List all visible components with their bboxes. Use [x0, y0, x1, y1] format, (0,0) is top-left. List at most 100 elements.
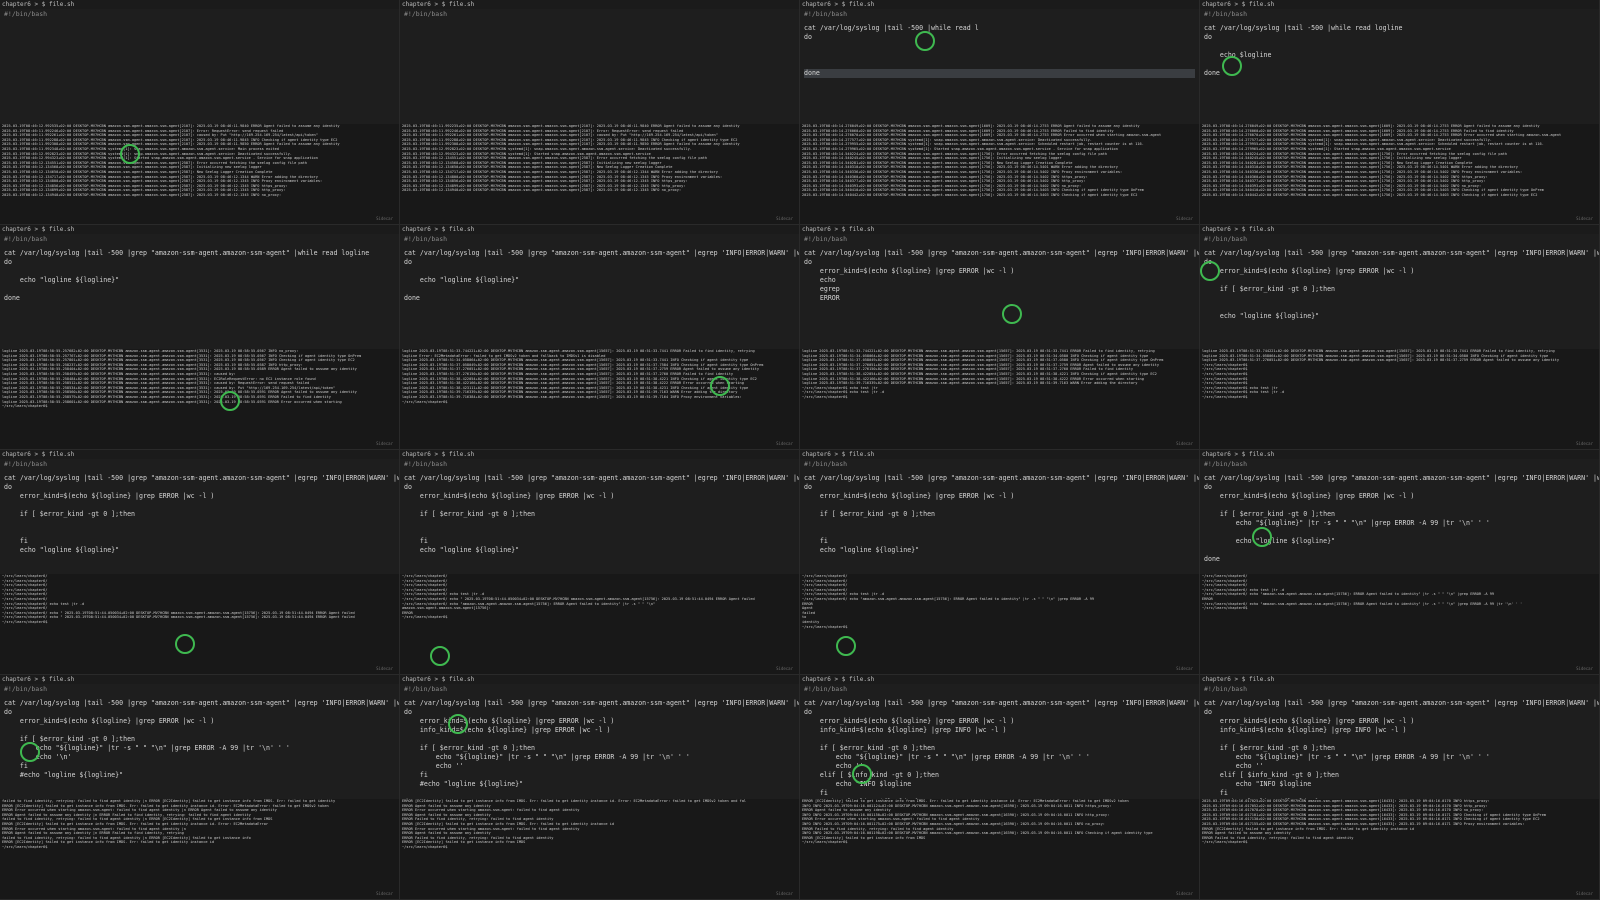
- terminal-output[interactable]: logline 2025-03-19T08:51:33.744221+02:00…: [1200, 349, 1599, 449]
- terminal-line: ~/src/learn/chapter6$: [2, 404, 48, 409]
- breadcrumb[interactable]: chapter6 > $ file.sh: [400, 225, 799, 234]
- code-line: echo "${logline}" |tr -s " " "\n" |grep …: [1204, 753, 1490, 761]
- code-editor[interactable]: cat /var/log/syslog |tail -500 |grep "am…: [4, 699, 399, 780]
- code-line: egrep: [804, 285, 840, 293]
- terminal-output[interactable]: ERROR [EC2Identity] failed to get instan…: [800, 799, 1199, 899]
- code-editor[interactable]: cat /var/log/syslog |tail -500 |grep "am…: [804, 474, 1200, 555]
- terminal-line: ~/src/learn/chapter6$: [802, 394, 848, 399]
- terminal-output[interactable]: 2025-03-19T08:46:14.276049+02:00 DESKTOP…: [1200, 124, 1599, 224]
- terminal-output[interactable]: ~/src/learn/chapter6/~/src/learn/chapter…: [800, 574, 1199, 674]
- breadcrumb[interactable]: chapter6 > $ file.sh: [400, 450, 799, 459]
- terminal-output[interactable]: ~/src/learn/chapter6/~/src/learn/chapter…: [400, 574, 799, 674]
- breadcrumb[interactable]: chapter6 > $ file.sh: [800, 450, 1199, 459]
- code-line: echo "${logline}" |tr -s " " "\n" |grep …: [404, 753, 690, 761]
- code-editor[interactable]: cat /var/log/syslog |tail -500 |grep "am…: [4, 249, 395, 303]
- code-line: cat /var/log/syslog |tail -500 |grep "am…: [804, 474, 1200, 482]
- code-editor[interactable]: cat /var/log/syslog |tail -500 |grep "am…: [804, 699, 1199, 807]
- code-line: cat /var/log/syslog |tail -500 |grep "am…: [1204, 699, 1600, 707]
- terminal-output[interactable]: logline 2025-03-19T08:51:33.744221+02:00…: [800, 349, 1199, 449]
- terminal-line: 2025-03-19T08:46:14.276049+02:00 DESKTOP…: [802, 124, 1140, 128]
- breadcrumb[interactable]: chapter6 > $ file.sh: [0, 225, 399, 234]
- code-line: if [ $error_kind -gt 0 ];then: [1204, 744, 1336, 752]
- editor-panel: chapter6 > $ file.sh #!/bin/bash cat /var/…: [800, 450, 1200, 675]
- code-editor[interactable]: [404, 24, 795, 78]
- code-editor[interactable]: cat /var/log/syslog |tail -500 |grep "am…: [1204, 249, 1599, 321]
- code-editor[interactable]: cat /var/log/syslog |tail -500 |grep "am…: [4, 474, 399, 555]
- terminal-output[interactable]: failed to find identity, retrying: faile…: [0, 799, 399, 899]
- breadcrumb[interactable]: chapter6 > $ file.sh: [1200, 225, 1599, 234]
- status-chip: Sidecar: [376, 891, 393, 897]
- terminal-line: ~/src/learn/chapter6$: [802, 624, 848, 629]
- terminal-output[interactable]: logline 2025-03-19T08:51:33.744221+02:00…: [400, 349, 799, 449]
- breadcrumb[interactable]: chapter6 > $ file.sh: [1200, 0, 1599, 9]
- code-editor[interactable]: cat /var/log/syslog |tail -500 |while re…: [804, 24, 1195, 78]
- terminal-line: ~/src/learn/chapter6$: [2, 844, 48, 849]
- code-editor[interactable]: cat /var/log/syslog |tail -500 |grep "am…: [404, 249, 799, 303]
- terminal-line: 2025-03-19T08:46:12.134940+02:00 DESKTOP…: [402, 188, 682, 193]
- breadcrumb[interactable]: chapter6 > $ file.sh: [800, 225, 1199, 234]
- breadcrumb[interactable]: chapter6 > $ file.sh: [0, 675, 399, 684]
- status-chip: Sidecar: [1176, 891, 1193, 897]
- code-line: done: [1204, 555, 1220, 563]
- code-shebang: #!/bin/bash: [1204, 460, 1248, 468]
- code-line: error_kind=$(echo ${logline} |grep ERROR…: [1204, 267, 1415, 275]
- code-line: error_kind=$(echo ${logline} |grep ERROR…: [804, 492, 1015, 500]
- code-line: if [ $error_kind -gt 0 ];then: [1204, 510, 1336, 518]
- breadcrumb[interactable]: chapter6 > $ file.sh: [400, 675, 799, 684]
- code-line: cat /var/log/syslog |tail -500 |grep "am…: [404, 699, 800, 707]
- code-line: echo "${logline}" |tr -s " " "\n" |grep …: [4, 744, 290, 752]
- breadcrumb[interactable]: chapter6 > $ file.sh: [400, 0, 799, 9]
- terminal-output[interactable]: 2025-03-19T09:04:16.017025+02:00 DESKTOP…: [1200, 799, 1599, 899]
- breadcrumb[interactable]: chapter6 > $ file.sh: [1200, 450, 1599, 459]
- code-line: echo '': [1204, 762, 1264, 770]
- code-line: echo "logline ${logline}": [404, 546, 520, 554]
- terminal-output[interactable]: ~/src/learn/chapter6/~/src/learn/chapter…: [0, 574, 399, 674]
- code-line: fi: [4, 762, 28, 770]
- terminal-line: 2025-03-19T08:46:14.540442+02:00 DESKTOP…: [802, 192, 1138, 197]
- code-line: echo: [804, 276, 836, 284]
- breadcrumb[interactable]: chapter6 > $ file.sh: [800, 0, 1199, 9]
- code-line: error_kind=$(echo ${logline} |grep ERROR…: [804, 267, 1015, 275]
- code-editor[interactable]: cat /var/log/syslog |tail -500 |grep "am…: [404, 474, 800, 555]
- terminal-line: ~/src/learn/chapter6$: [402, 844, 448, 849]
- editor-panel: chapter6 > $ file.sh #!/bin/bash 2025-03-1…: [0, 0, 400, 225]
- breadcrumb[interactable]: chapter6 > $ file.sh: [800, 675, 1199, 684]
- code-editor[interactable]: cat /var/log/syslog |tail -500 |grep "am…: [1204, 699, 1600, 807]
- terminal-output[interactable]: 2025-03-19T08:46:11.992235+02:00 DESKTOP…: [400, 124, 799, 224]
- terminal-line: logline 2025-03-19T08:51:38.422054+02:00…: [802, 371, 1157, 376]
- code-line: do: [804, 708, 812, 716]
- code-shebang: #!/bin/bash: [4, 10, 48, 18]
- code-editor[interactable]: cat /var/log/syslog |tail -500 |while re…: [1204, 24, 1595, 78]
- code-line: if [ $error_kind -gt 0 ];then: [804, 744, 936, 752]
- breadcrumb[interactable]: chapter6 > $ file.sh: [0, 0, 399, 9]
- terminal-output[interactable]: logline 2025-03-19T08:58:55.257682+02:00…: [0, 349, 399, 449]
- code-shebang: #!/bin/bash: [1204, 685, 1248, 693]
- editor-panel: chapter6 > $ file.sh #!/bin/bash cat /var/…: [400, 675, 800, 900]
- terminal-output[interactable]: ~/src/learn/chapter6/~/src/learn/chapter…: [1200, 574, 1599, 674]
- editor-panel: chapter6 > $ file.sh #!/bin/bash cat /var/…: [0, 225, 400, 450]
- code-line: #echo "logline ${logline}": [404, 780, 524, 788]
- terminal-output[interactable]: ERROR [EC2Identity] failed to get instan…: [400, 799, 799, 899]
- terminal-line: ~/src/learn/chapter6$: [802, 840, 848, 845]
- code-editor[interactable]: [4, 24, 395, 78]
- editor-panel: chapter6 > $ file.sh #!/bin/bash cat /var/…: [400, 225, 800, 450]
- cursor-ring-icon: [836, 636, 856, 656]
- breadcrumb[interactable]: chapter6 > $ file.sh: [0, 450, 399, 459]
- terminal-output[interactable]: 2025-03-19T08:46:14.276049+02:00 DESKTOP…: [800, 124, 1199, 224]
- terminal-output[interactable]: 2025-03-19T08:46:12.992535+02:00 DESKTOP…: [0, 124, 399, 224]
- breadcrumb[interactable]: chapter6 > $ file.sh: [1200, 675, 1599, 684]
- code-editor[interactable]: cat /var/log/syslog |tail -500 |grep "am…: [804, 249, 1199, 303]
- code-editor[interactable]: cat /var/log/syslog |tail -500 |grep "am…: [1204, 474, 1599, 564]
- code-line: cat /var/log/syslog |tail -500 |grep "am…: [404, 474, 800, 482]
